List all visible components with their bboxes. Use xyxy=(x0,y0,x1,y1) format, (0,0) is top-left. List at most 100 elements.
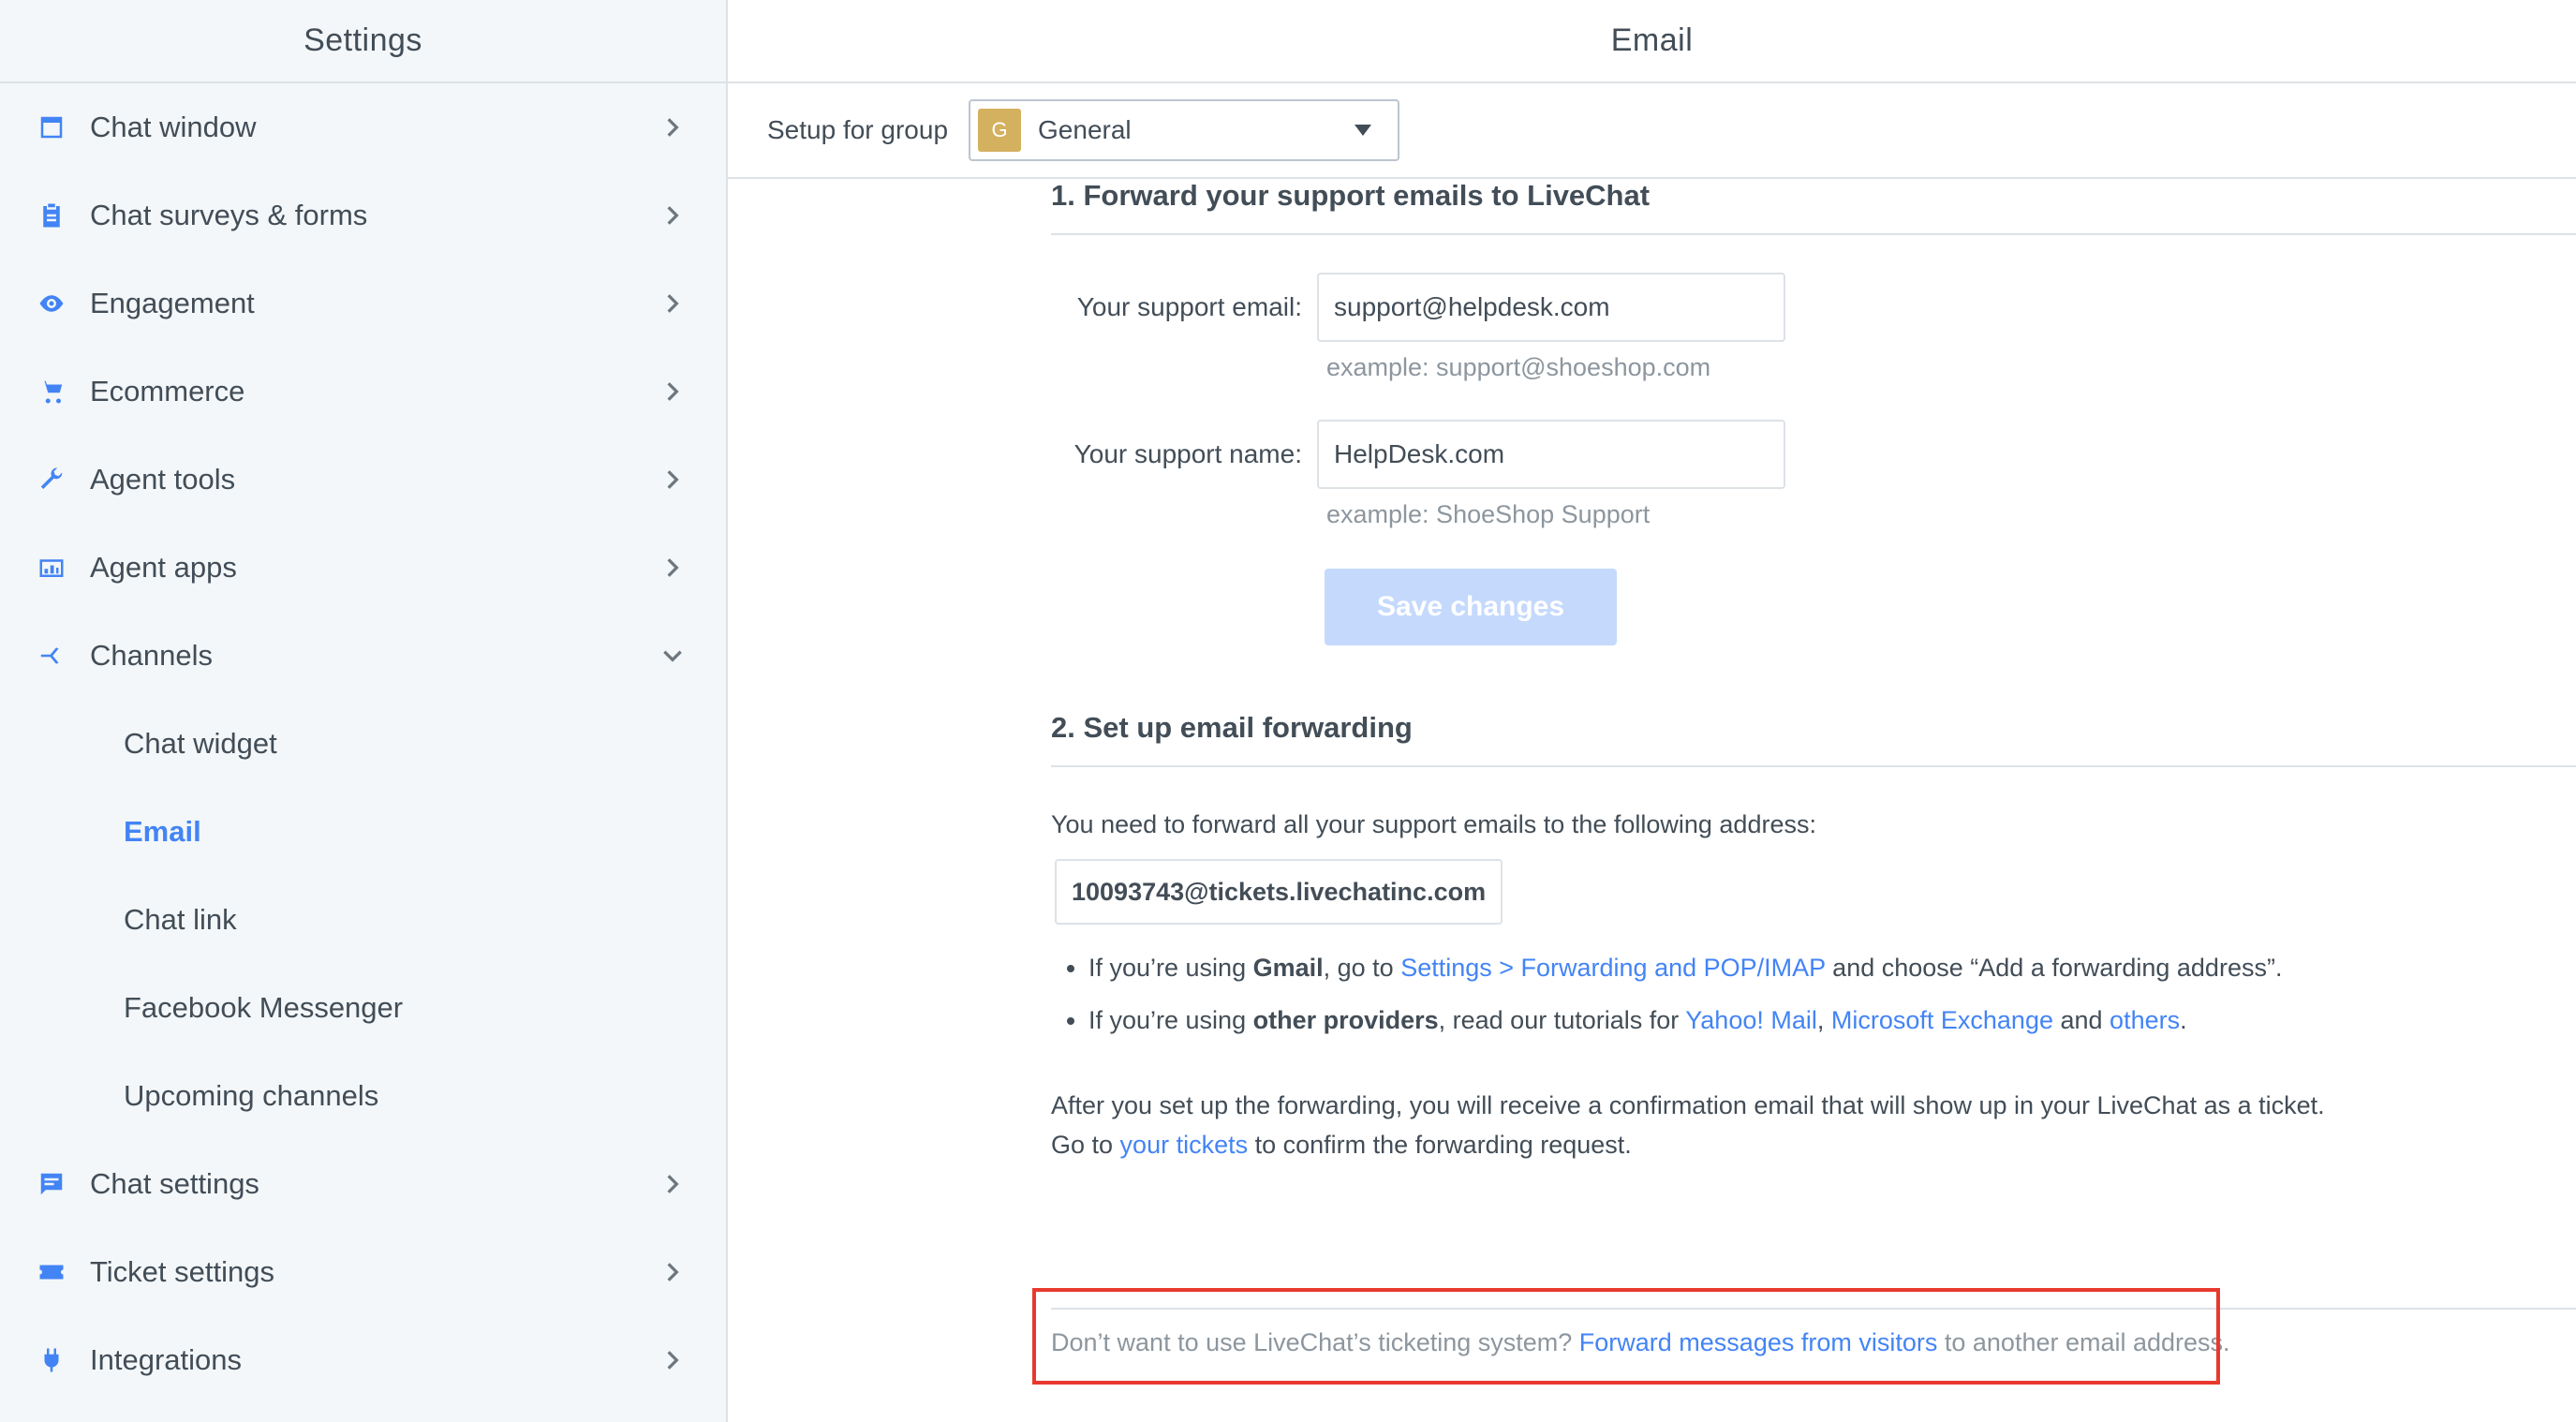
chevron-right-icon xyxy=(660,115,685,140)
text: If you’re using xyxy=(1088,954,1253,982)
group-select[interactable]: G General xyxy=(969,99,1400,161)
plug-icon xyxy=(36,1344,67,1376)
text: . xyxy=(2180,1006,2187,1034)
text: Go to xyxy=(1051,1131,1120,1159)
text-bold: Gmail xyxy=(1252,954,1324,982)
sidebar-subitem-facebook-messenger[interactable]: Facebook Messenger xyxy=(0,964,726,1052)
after-forwarding-text: After you set up the forwarding, you wil… xyxy=(1051,1086,2576,1164)
section2-title: 2. Set up email forwarding xyxy=(1051,711,2576,767)
sidebar-item-label: Chat settings xyxy=(90,1167,259,1200)
sidebar-item-label: Agent tools xyxy=(90,463,236,496)
section2: 2. Set up email forwarding You need to f… xyxy=(1051,711,2576,1164)
sidebar-subitem-label: Chat link xyxy=(124,903,237,936)
ticket-icon xyxy=(36,1256,67,1288)
sidebar-item-label: Ticket settings xyxy=(90,1255,274,1288)
group-value: General xyxy=(1038,115,1132,144)
sidebar-item-label: Ecommerce xyxy=(90,375,245,407)
page-title: Email xyxy=(1610,22,1694,58)
support-name-hint: example: ShoeShop Support xyxy=(1326,500,1651,528)
sidebar-item-label: Agent apps xyxy=(90,551,237,584)
sidebar-item-agent-apps[interactable]: Agent apps xyxy=(0,524,726,612)
sidebar-item-label: Integrations xyxy=(90,1343,242,1376)
text: and xyxy=(2052,1006,2110,1034)
sidebar-subitem-upcoming-channels[interactable]: Upcoming channels xyxy=(0,1052,726,1140)
sidebar-item-agent-tools[interactable]: Agent tools xyxy=(0,436,726,524)
sidebar-item-label: Chat window xyxy=(90,111,257,143)
text-bold: other providers xyxy=(1252,1006,1439,1034)
sidebar-subitem-email[interactable]: Email xyxy=(0,788,726,876)
chevron-right-icon xyxy=(660,1348,685,1372)
app: Settings Chat window Chat surveys & form… xyxy=(0,0,2576,1422)
sidebar-item-channels[interactable]: Channels xyxy=(0,612,726,700)
group-label: Setup for group xyxy=(767,115,949,144)
main-panel: Email Setup for group G General 1. Forwa… xyxy=(728,0,2576,1422)
sidebar-subitem-label: Facebook Messenger xyxy=(124,991,404,1024)
support-email-label: Your support email: xyxy=(1076,292,1302,321)
save-changes-button[interactable]: Save changes xyxy=(1325,569,1617,645)
after-line-1: After you set up the forwarding, you wil… xyxy=(1051,1091,2325,1119)
sidebar-item-engagement[interactable]: Engagement xyxy=(0,259,726,348)
sidebar-subitem-label: Upcoming channels xyxy=(124,1079,379,1112)
gmail-settings-link[interactable]: Settings > Forwarding and POP/IMAP xyxy=(1400,954,1825,982)
support-email-hint: example: support@shoeshop.com xyxy=(1326,353,1711,381)
chevron-right-icon xyxy=(660,467,685,492)
support-email-input[interactable] xyxy=(1317,273,1785,342)
text: to confirm the forwarding request. xyxy=(1248,1131,1632,1159)
sidebar-subitem-label: Chat widget xyxy=(124,727,277,760)
sidebar-item-label: Channels xyxy=(90,639,213,672)
microsoft-exchange-link[interactable]: Microsoft Exchange xyxy=(1831,1006,2053,1034)
sidebar-header: Settings xyxy=(0,0,726,83)
sidebar-subitem-label: Email xyxy=(124,815,201,848)
group-bar: Setup for group G General xyxy=(728,83,2576,179)
after-line-2: Go to your tickets to confirm the forwar… xyxy=(1051,1125,2576,1164)
main-header: Email xyxy=(728,0,2576,83)
window-icon xyxy=(36,111,67,143)
forward-intro: You need to forward all your support ema… xyxy=(1051,810,1816,838)
sidebar-subitem-chat-link[interactable]: Chat link xyxy=(0,876,726,964)
caret-down-icon xyxy=(1355,125,1372,136)
yahoo-mail-link[interactable]: Yahoo! Mail xyxy=(1685,1006,1817,1034)
sidebar-subitem-chat-widget[interactable]: Chat widget xyxy=(0,700,726,788)
text: If you’re using xyxy=(1088,1006,1253,1034)
sidebar-item-chat-surveys[interactable]: Chat surveys & forms xyxy=(0,171,726,259)
sidebar-item-chat-window[interactable]: Chat window xyxy=(0,83,726,171)
group-badge: G xyxy=(978,109,1022,152)
chevron-right-icon xyxy=(660,1260,685,1284)
list-item: If you’re using other providers, read ou… xyxy=(1088,994,2576,1046)
chevron-right-icon xyxy=(660,291,685,316)
support-name-row: Your support name: xyxy=(1051,420,2576,489)
email-settings-content: 1. Forward your support emails to LiveCh… xyxy=(1051,179,2576,1164)
sidebar-item-label: Engagement xyxy=(90,287,255,319)
sidebar-title: Settings xyxy=(303,22,422,58)
sidebar-item-integrations[interactable]: Integrations xyxy=(0,1316,726,1404)
wrench-icon xyxy=(36,464,67,496)
channels-icon xyxy=(36,640,67,672)
sidebar-item-ecommerce[interactable]: Ecommerce xyxy=(0,348,726,436)
clipboard-icon xyxy=(36,200,67,231)
others-link[interactable]: others xyxy=(2110,1006,2180,1034)
forward-address[interactable]: 10093743@tickets.livechatinc.com xyxy=(1055,859,1503,925)
list-item: If you’re using Gmail, go to Settings > … xyxy=(1088,941,2576,994)
forward-instructions: If you’re using Gmail, go to Settings > … xyxy=(1051,941,2576,1046)
chevron-right-icon xyxy=(660,555,685,580)
text: and choose “Add a forwarding address”. xyxy=(1825,954,2283,982)
highlight-box xyxy=(1032,1288,2220,1385)
sidebar-item-ticket-settings[interactable]: Ticket settings xyxy=(0,1228,726,1316)
chevron-right-icon xyxy=(660,1172,685,1196)
settings-nav: Chat window Chat surveys & forms Engagem… xyxy=(0,83,726,1404)
your-tickets-link[interactable]: your tickets xyxy=(1120,1131,1249,1159)
sidebar-item-chat-settings[interactable]: Chat settings xyxy=(0,1140,726,1228)
cart-icon xyxy=(36,376,67,407)
support-email-row: Your support email: xyxy=(1051,273,2576,342)
text: , read our tutorials for xyxy=(1438,1006,1686,1034)
support-name-label: Your support name: xyxy=(1073,439,1302,468)
apps-icon xyxy=(36,552,67,584)
support-name-input[interactable] xyxy=(1317,420,1785,489)
text: , go to xyxy=(1323,954,1401,982)
chevron-right-icon xyxy=(660,379,685,404)
settings-sidebar: Settings Chat window Chat surveys & form… xyxy=(0,0,728,1422)
eye-icon xyxy=(36,288,67,319)
chevron-down-icon xyxy=(660,644,685,668)
chevron-right-icon xyxy=(660,203,685,228)
sidebar-item-label: Chat surveys & forms xyxy=(90,199,368,231)
